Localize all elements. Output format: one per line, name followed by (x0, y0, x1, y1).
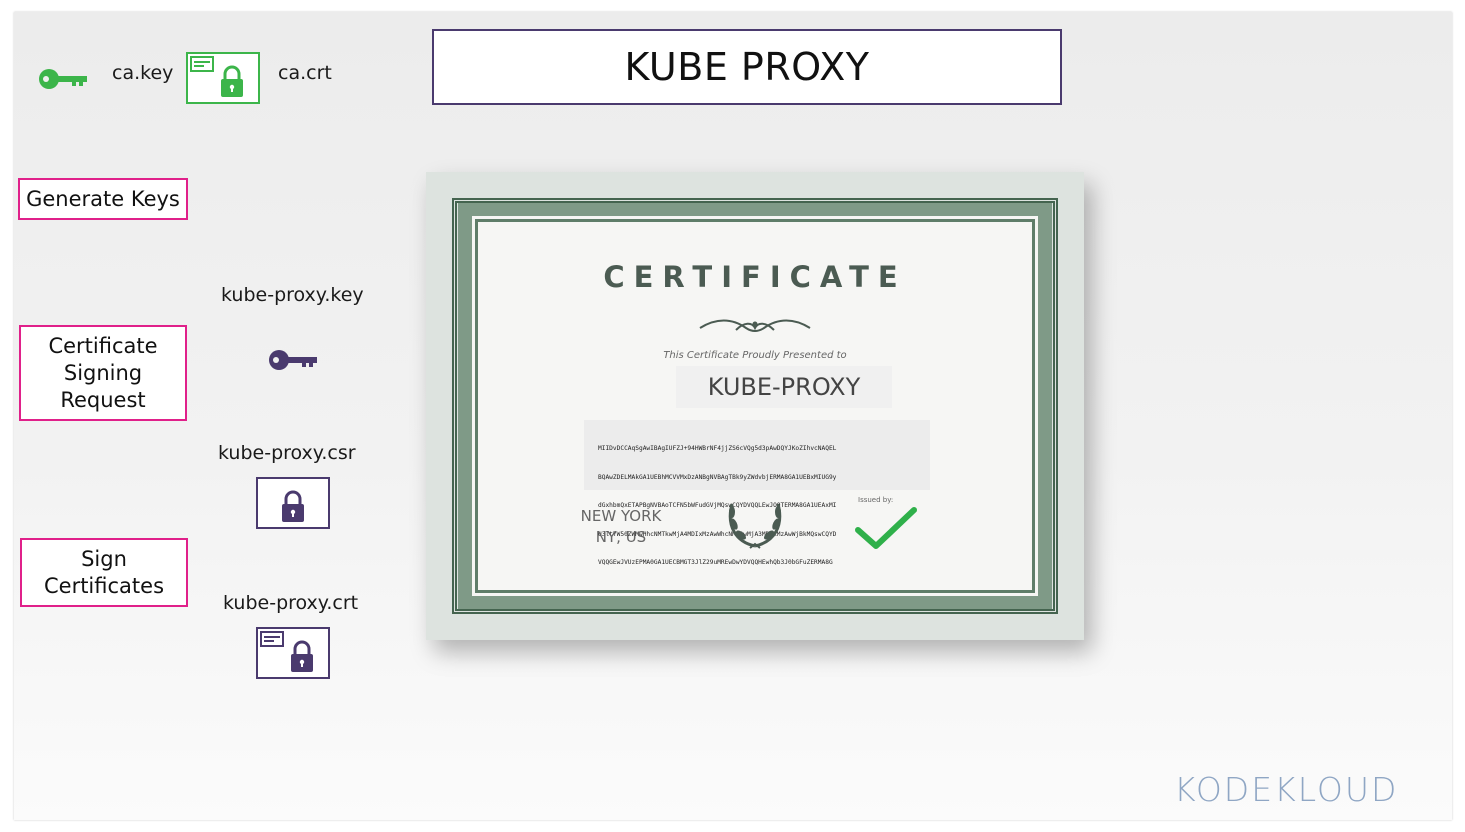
page-title: KUBE PROXY (432, 29, 1062, 105)
kube-proxy-key-icon (268, 347, 320, 373)
slide: ca.key ca.crt KUBE PROXY Generate Keys C… (14, 12, 1452, 820)
certificate-presented-to: This Certificate Proudly Presented to (663, 350, 847, 361)
ca-key-icon (38, 66, 90, 92)
certificate-image: CERTIFICATE This Certificate Proudly Pre… (426, 172, 1084, 640)
sign-label-line2: Certificates (43, 573, 165, 598)
csr-label-line2: Signing (63, 360, 143, 385)
certificate-code-block: MIIDvDCCAqSgAwIBAgIUFZJ+94HWBrNF4jjZS6cV… (584, 420, 930, 566)
certificate-issued-by: Issued by: (858, 496, 894, 504)
kube-proxy-crt-label: kube-proxy.crt (223, 592, 359, 614)
ca-crt-icon (186, 52, 260, 104)
ca-key-label: ca.key (112, 62, 174, 84)
csr-label-line3: Request (60, 387, 146, 412)
sign-certificates-step: Sign Certificates (20, 538, 188, 607)
certificate-name: KUBE-PROXY (676, 366, 892, 408)
kube-proxy-crt-icon (256, 627, 330, 679)
generate-keys-step: Generate Keys (18, 178, 188, 220)
kube-proxy-csr-icon (256, 477, 330, 529)
csr-step: Certificate Signing Request (19, 325, 187, 421)
laurel-wreath-icon (720, 490, 790, 554)
code-line: BQAwZDELMAkGA1UEBhMCVVMxDzANBgNVBAgTBk9y… (598, 473, 837, 481)
certificate-heading: CERTIFICATE (603, 260, 907, 294)
checkmark-icon (854, 506, 918, 552)
generate-keys-label: Generate Keys (26, 186, 180, 211)
code-line: MIIDvDCCAqSgAwIBAgIUFZJ+94HWBrNF4jjZS6cV… (598, 445, 837, 452)
city-line2: NY, US (595, 528, 647, 546)
certificate-location: NEW YORK NY, US (566, 506, 676, 548)
code-line: VQQGEwJVUzEPMA0GA1UECBMGT3JlZ29uMREwDwYD… (598, 559, 833, 566)
ornament-icon (696, 316, 814, 336)
kube-proxy-csr-label: kube-proxy.csr (218, 442, 356, 464)
kube-proxy-key-label: kube-proxy.key (221, 284, 364, 306)
city-line1: NEW YORK (580, 507, 662, 525)
kodekloud-logo: KODEKLOUD (1174, 770, 1399, 809)
csr-label-line1: Certificate (48, 333, 158, 358)
sign-label-line1: Sign (81, 546, 127, 571)
ca-crt-label: ca.crt (278, 62, 332, 84)
